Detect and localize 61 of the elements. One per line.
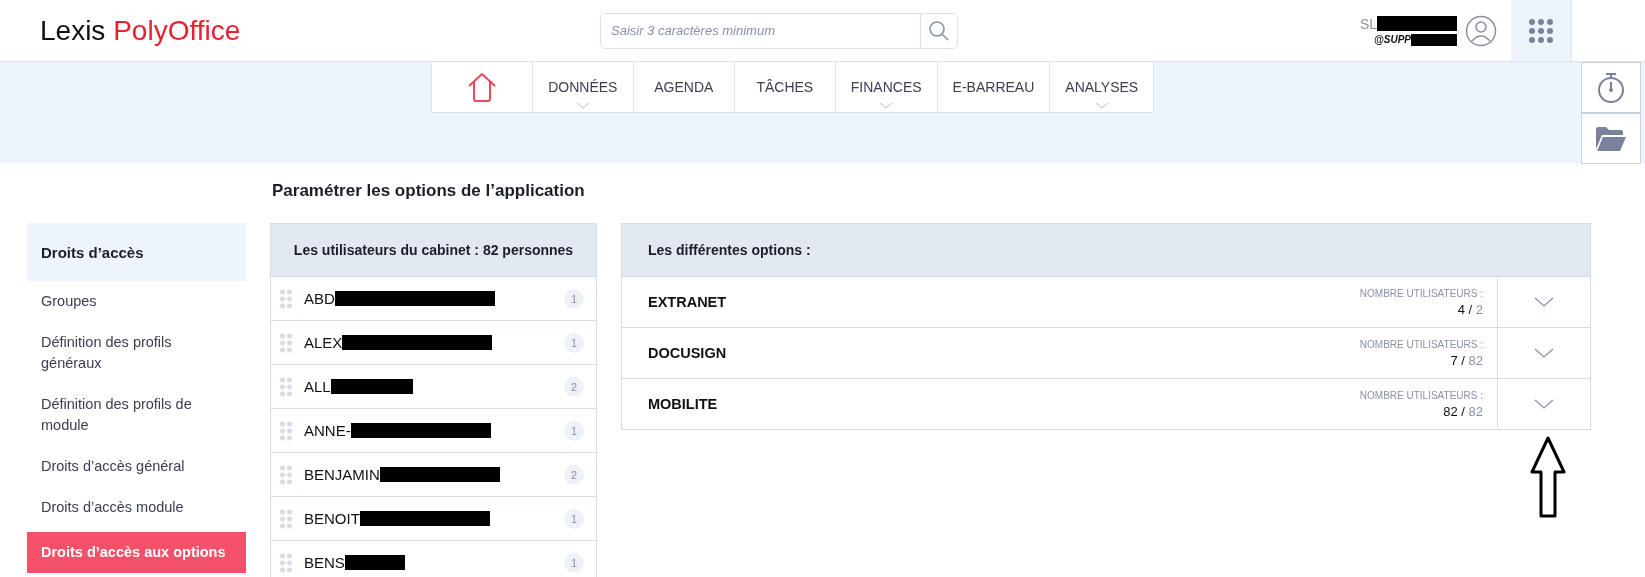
sidebar-item[interactable]: Groupes xyxy=(27,281,246,322)
user-name: BENS xyxy=(304,554,345,571)
page-title: Paramétrer les options de l’application xyxy=(272,180,586,202)
folder-button[interactable] xyxy=(1581,113,1641,164)
group-count-badge: 1 xyxy=(564,332,584,353)
nav-tab[interactable]: FINANCES xyxy=(834,62,937,112)
drag-handle-icon[interactable] xyxy=(280,464,292,485)
sidebar-item[interactable]: Droits d’accès général xyxy=(27,446,246,487)
drag-handle-icon[interactable] xyxy=(280,376,292,397)
app-logo[interactable]: Lexis PolyOffice xyxy=(40,14,600,47)
chevron-down-icon xyxy=(1534,348,1554,358)
group-count-badge: 1 xyxy=(564,552,584,573)
count-label: NOMBRE UTILISATEURS : xyxy=(1359,389,1483,401)
count-label: NOMBRE UTILISATEURS : xyxy=(1359,338,1483,350)
sidebar-heading: Droits d’accès xyxy=(27,223,246,281)
group-count-badge: 1 xyxy=(564,288,584,309)
chevron-down-icon xyxy=(1534,399,1554,409)
group-count-badge: 2 xyxy=(564,376,584,397)
option-name: MOBILITE xyxy=(648,396,719,412)
chevron-down-icon xyxy=(1534,297,1554,307)
user-name: ABD xyxy=(304,290,335,307)
panel-header: Les différentes options : xyxy=(622,224,1590,276)
nav-tab[interactable]: E-BARREAU xyxy=(936,62,1050,112)
nav-tab[interactable]: AGENDA xyxy=(632,62,734,112)
search-icon[interactable] xyxy=(928,19,950,42)
drag-handle-icon[interactable] xyxy=(280,552,292,573)
sidebar-item[interactable]: Droits d’accès module xyxy=(27,487,246,528)
up-arrow-icon xyxy=(1530,436,1566,518)
drag-handle-icon[interactable] xyxy=(280,420,292,441)
timer-button[interactable] xyxy=(1581,62,1641,113)
stopwatch-icon xyxy=(1596,71,1626,104)
group-count-badge: 2 xyxy=(564,464,584,485)
option-name: EXTRANET xyxy=(648,294,728,310)
panel-header: Les utilisateurs du cabinet : 82 personnes xyxy=(271,224,596,276)
option-name: DOCUSIGN xyxy=(648,345,728,361)
user-count: 4 / 2 xyxy=(1457,301,1483,317)
nav-tab[interactable]: TÂCHES xyxy=(733,62,835,112)
group-count-badge: 1 xyxy=(564,508,584,529)
user-count: 82 / 82 xyxy=(1443,403,1483,419)
drag-handle-icon[interactable] xyxy=(280,288,292,309)
group-count-badge: 1 xyxy=(564,420,584,441)
user-name: ANNE- xyxy=(304,422,351,439)
redaction-bar xyxy=(1411,33,1457,46)
user-name: ALL xyxy=(304,378,331,395)
user-handle: @SUPP xyxy=(1374,34,1411,45)
sidebar-item[interactable]: Définition des profils de module xyxy=(27,384,246,446)
user-count: 7 / 82 xyxy=(1450,352,1483,368)
nav-tab[interactable]: DONNÉES xyxy=(531,62,633,112)
nav-tab[interactable]: ANALYSES xyxy=(1049,62,1154,112)
count-label: NOMBRE UTILISATEURS : xyxy=(1359,287,1483,299)
user-avatar-icon[interactable] xyxy=(1465,14,1497,47)
apps-grid-icon[interactable] xyxy=(1528,17,1554,44)
search-field[interactable]: Saisir 3 caractères minimum xyxy=(600,12,958,49)
user-name: BENJAMIN xyxy=(304,466,380,483)
folder-icon xyxy=(1595,124,1627,153)
user-name: BENOIT xyxy=(304,510,360,527)
user-name: ALEX xyxy=(304,334,343,351)
drag-handle-icon[interactable] xyxy=(280,508,292,529)
sidebar-item[interactable]: Définition des profils généraux xyxy=(27,322,246,384)
user-name: SL xyxy=(1359,15,1377,32)
drag-handle-icon[interactable] xyxy=(280,332,292,353)
